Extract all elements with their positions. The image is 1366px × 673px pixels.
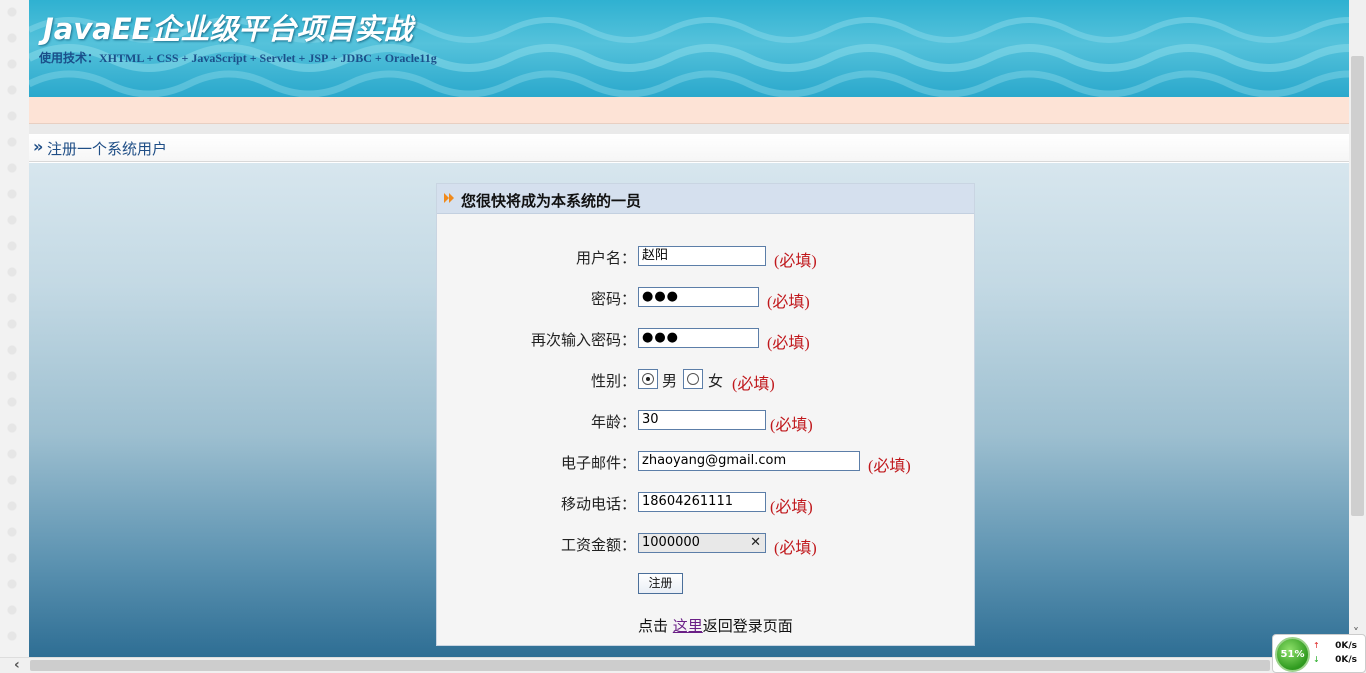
back-prefix: 点击	[638, 617, 673, 635]
username-input[interactable]: 赵阳	[638, 246, 766, 266]
clear-icon[interactable]: ✕	[750, 534, 761, 552]
password-row: 密码： ●●● (必填)	[437, 286, 974, 311]
required-marker: (必填)	[767, 294, 810, 311]
required-marker: (必填)	[868, 458, 911, 475]
play-arrow-icon	[444, 193, 454, 203]
age-row: 年龄： 30 (必填)	[437, 409, 974, 434]
back-link[interactable]: 这里	[673, 617, 703, 635]
main-content: 您很快将成为本系统的一员 用户名： 赵阳 (必填) 密码： ●●● (必填) 再…	[29, 163, 1349, 657]
age-label: 年龄：	[590, 413, 636, 431]
cpu-usage-ball: 51%	[1275, 637, 1310, 672]
header-banner: JavaEE企业级平台项目实战 使用技术：XHTML + CSS + JavaS…	[29, 0, 1349, 97]
required-marker: (必填)	[732, 376, 775, 393]
back-to-login: 点击 这里返回登录页面	[638, 615, 793, 636]
breadcrumb-label: 注册一个系统用户	[47, 140, 168, 158]
username-row: 用户名： 赵阳 (必填)	[437, 245, 974, 270]
site-subtitle: 使用技术：XHTML + CSS + JavaScript + Servlet …	[39, 51, 437, 65]
email-input[interactable]: zhaoyang@gmail.com	[638, 451, 860, 471]
panel-header: 您很快将成为本系统的一员	[437, 184, 974, 214]
vertical-scroll-thumb[interactable]	[1351, 56, 1364, 516]
double-chevron-icon: »	[33, 137, 44, 156]
back-suffix: 返回登录页面	[702, 617, 793, 635]
gender-row: 性别： 男 女 (必填)	[437, 368, 974, 393]
horizontal-scroll-thumb[interactable]	[30, 660, 1270, 671]
required-marker: (必填)	[774, 540, 817, 557]
required-marker: (必填)	[770, 499, 813, 516]
page-container: JavaEE企业级平台项目实战 使用技术：XHTML + CSS + JavaS…	[29, 0, 1349, 657]
vertical-scrollbar[interactable]: ˅	[1349, 0, 1366, 657]
upload-arrow-icon: ↑	[1313, 641, 1320, 650]
required-marker: (必填)	[774, 253, 817, 270]
salary-value: 1000000	[642, 535, 700, 550]
network-monitor-widget[interactable]: 51% ↑ ↓ 0K/s 0K/s	[1272, 634, 1366, 673]
required-marker: (必填)	[767, 335, 810, 352]
password-label: 密码：	[590, 290, 636, 308]
password-confirm-row: 再次输入密码： ●●● (必填)	[437, 327, 974, 352]
horizontal-scrollbar[interactable]: ‹	[0, 657, 1366, 673]
password-input[interactable]: ●●●	[638, 287, 759, 307]
gender-male-label: 男	[662, 372, 678, 390]
email-row: 电子邮件： zhaoyang@gmail.com (必填)	[437, 450, 974, 475]
upload-speed: 0K/s	[1335, 641, 1357, 651]
register-button[interactable]: 注册	[638, 573, 683, 594]
mobile-label: 移动电话：	[560, 495, 636, 513]
gender-label: 性别：	[590, 372, 636, 390]
required-marker: (必填)	[770, 417, 813, 434]
nav-bar	[29, 97, 1349, 124]
age-input[interactable]: 30	[638, 410, 766, 430]
gender-female-label: 女	[708, 372, 724, 390]
username-label: 用户名：	[575, 249, 636, 267]
email-label: 电子邮件：	[560, 454, 636, 472]
salary-row: 工资金额： 1000000 ✕ (必填)	[437, 532, 974, 557]
breadcrumb: » 注册一个系统用户	[29, 134, 1349, 162]
download-arrow-icon: ↓	[1313, 655, 1320, 664]
password-confirm-input[interactable]: ●●●	[638, 328, 759, 348]
gender-male-radio[interactable]	[638, 369, 658, 389]
mobile-input[interactable]: 18604261111	[638, 492, 766, 512]
download-speed: 0K/s	[1335, 655, 1357, 665]
salary-label: 工资金额：	[560, 536, 636, 554]
salary-input[interactable]: 1000000 ✕	[638, 533, 766, 553]
gender-female-radio[interactable]	[683, 369, 703, 389]
scroll-left-icon[interactable]: ‹	[14, 657, 20, 673]
site-title: JavaEE企业级平台项目实战	[43, 12, 413, 46]
register-panel: 您很快将成为本系统的一员 用户名： 赵阳 (必填) 密码： ●●● (必填) 再…	[436, 183, 975, 646]
panel-heading: 您很快将成为本系统的一员	[461, 192, 642, 210]
divider-strip	[29, 124, 1349, 134]
password-confirm-label: 再次输入密码：	[530, 331, 636, 349]
mobile-row: 移动电话： 18604261111 (必填)	[437, 491, 974, 516]
